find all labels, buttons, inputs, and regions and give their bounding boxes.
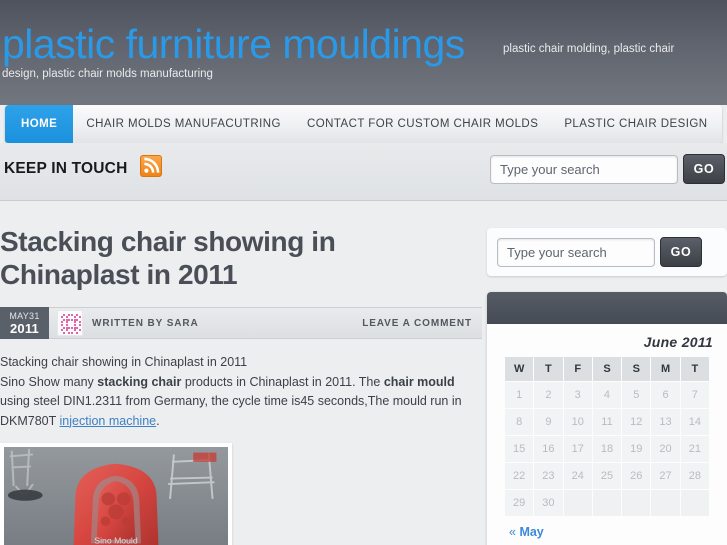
nav-item-home[interactable]: HOME bbox=[5, 105, 74, 143]
site-tagline-text-1: plastic chair molding, plastic chair bbox=[503, 43, 675, 55]
sidebar-search-panel: GO bbox=[487, 228, 727, 276]
injection-machine-link[interactable]: injection machine bbox=[60, 414, 157, 428]
calendar-day[interactable]: 11 bbox=[592, 409, 622, 435]
site-tagline-line-2: design, plastic chair molds manufacturin… bbox=[2, 68, 213, 80]
calendar-weekday-6: T bbox=[680, 357, 709, 381]
post-author-label: WRITTEN BY SARA bbox=[92, 317, 199, 329]
calendar-day[interactable]: 19 bbox=[622, 436, 651, 462]
calendar-week-row: 15 16 17 18 19 20 21 bbox=[505, 436, 709, 462]
calendar-prev-month-label: May bbox=[519, 525, 544, 539]
calendar-week-row: 29 30 bbox=[505, 490, 709, 516]
calendar-day[interactable]: 12 bbox=[622, 409, 651, 435]
calendar-day[interactable]: 24 bbox=[563, 463, 592, 489]
calendar-day[interactable]: 3 bbox=[563, 382, 592, 408]
nav-item-plastic-chair-design[interactable]: PLASTIC CHAIR DESIGN bbox=[551, 105, 720, 143]
red-chair-photo-image: Sino Mould bbox=[4, 447, 228, 545]
calendar-day[interactable]: 22 bbox=[505, 463, 534, 489]
rss-icon[interactable] bbox=[140, 155, 162, 177]
header-search: GO bbox=[490, 154, 725, 184]
calendar-day[interactable]: 18 bbox=[592, 436, 622, 462]
calendar-week-row: 22 23 24 25 26 27 28 bbox=[505, 463, 709, 489]
sidebar-search-go-button[interactable]: GO bbox=[660, 237, 702, 267]
post-body-paragraph: Sino Show many stacking chair products i… bbox=[0, 373, 474, 432]
calendar-day[interactable]: 28 bbox=[680, 463, 709, 489]
keep-in-touch-label: KEEP IN TOUCH bbox=[4, 160, 128, 177]
post-body-text-c: products in Chinaplast in 2011. The bbox=[181, 374, 384, 389]
header-search-input[interactable] bbox=[490, 154, 678, 184]
calendar-navigation: « May bbox=[487, 517, 727, 541]
nav-item-contact-for-custom-chair-molds[interactable]: CONTACT FOR CUSTOM CHAIR MOLDS bbox=[294, 105, 551, 143]
calendar-prev-month-link[interactable]: « May bbox=[509, 525, 544, 539]
author-avatar bbox=[57, 310, 83, 336]
calendar-day[interactable]: 25 bbox=[592, 463, 622, 489]
leave-a-comment-link[interactable]: LEAVE A COMMENT bbox=[362, 318, 472, 329]
calendar-day[interactable]: 6 bbox=[651, 382, 680, 408]
calendar-day[interactable]: 20 bbox=[651, 436, 680, 462]
nav-list: HOME CHAIR MOLDS MANUFACUTRING CONTACT F… bbox=[5, 105, 722, 143]
calendar-table: W T F S S M T 1 2 3 4 5 6 7 8 9 10 11 12… bbox=[504, 356, 710, 517]
calendar-day[interactable]: 2 bbox=[534, 382, 563, 408]
post-date-month: MAY31 bbox=[9, 310, 40, 321]
calendar-day[interactable]: 9 bbox=[534, 409, 563, 435]
calendar-widget-header bbox=[487, 292, 727, 324]
calendar-day[interactable]: 10 bbox=[563, 409, 592, 435]
calendar-day[interactable]: 17 bbox=[563, 436, 592, 462]
calendar-day[interactable]: 16 bbox=[534, 436, 563, 462]
nav-item-chair-molds-manufacturing[interactable]: CHAIR MOLDS MANUFACUTRING bbox=[73, 105, 294, 143]
calendar-weekday-0: W bbox=[505, 357, 534, 381]
calendar-weekday-row: W T F S S M T bbox=[505, 357, 709, 381]
post-date-year: 2011 bbox=[9, 320, 39, 336]
calendar-day-empty bbox=[592, 490, 622, 516]
post-photo[interactable]: Sino Mould bbox=[0, 443, 232, 545]
calendar-day[interactable]: 14 bbox=[680, 409, 709, 435]
post-body-line-1: Stacking chair showing in Chinaplast in … bbox=[0, 355, 248, 369]
post-date-badge: MAY31 2011 bbox=[0, 307, 49, 339]
calendar-caption: June 2011 bbox=[643, 334, 713, 350]
calendar-day[interactable]: 26 bbox=[622, 463, 651, 489]
header-search-go-button[interactable]: GO bbox=[683, 154, 725, 184]
post-body-text-f: . bbox=[156, 413, 160, 428]
calendar-day-empty bbox=[680, 490, 709, 516]
calendar-week-row: 8 9 10 11 12 13 14 bbox=[505, 409, 709, 435]
calendar-day[interactable]: 7 bbox=[680, 382, 709, 408]
chevron-left-icon: « bbox=[509, 525, 516, 539]
calendar-day[interactable]: 27 bbox=[651, 463, 680, 489]
post-body-bold-stacking-chair: stacking chair bbox=[97, 374, 182, 389]
calendar-day[interactable]: 30 bbox=[534, 490, 563, 516]
calendar-day-empty bbox=[651, 490, 680, 516]
calendar-day[interactable]: 15 bbox=[505, 436, 534, 462]
calendar-weekday-4: S bbox=[622, 357, 651, 381]
calendar-day[interactable]: 23 bbox=[534, 463, 563, 489]
calendar-day[interactable]: 1 bbox=[505, 382, 534, 408]
post-meta-bar: MAY31 2011 WRITTEN BY SARA LEAVE A COMME… bbox=[0, 307, 482, 339]
calendar-day-empty bbox=[622, 490, 651, 516]
site-header-banner: plastic furniture mouldings plastic chai… bbox=[0, 0, 727, 105]
main-content-column: Stacking chair showing in Chinaplast in … bbox=[0, 205, 482, 545]
calendar-day[interactable]: 4 bbox=[592, 382, 622, 408]
primary-navigation: HOME CHAIR MOLDS MANUFACUTRING CONTACT F… bbox=[5, 105, 722, 143]
site-tagline-line-1: plastic chair molding, plastic chair bbox=[0, 40, 727, 58]
calendar-widget: June 2011 W T F S S M T 1 2 3 4 5 6 7 8 … bbox=[487, 292, 727, 545]
sidebar: GO June 2011 W T F S S M T 1 2 bbox=[487, 205, 727, 545]
post-title: Stacking chair showing in Chinaplast in … bbox=[0, 226, 336, 290]
calendar-day[interactable]: 29 bbox=[505, 490, 534, 516]
calendar-day-empty bbox=[563, 490, 592, 516]
post-body-text-a: Sino Show many bbox=[0, 374, 98, 389]
calendar-weekday-2: F bbox=[563, 357, 592, 381]
calendar-weekday-1: T bbox=[534, 357, 563, 381]
calendar-weekday-5: M bbox=[651, 357, 680, 381]
post-body-bold-chair-mould: chair mould bbox=[383, 374, 455, 389]
calendar-weekday-3: S bbox=[592, 357, 622, 381]
sidebar-search-input[interactable] bbox=[497, 237, 655, 267]
calendar-day[interactable]: 13 bbox=[651, 409, 680, 435]
calendar-day[interactable]: 8 bbox=[505, 409, 534, 435]
calendar-day[interactable]: 21 bbox=[680, 436, 709, 462]
calendar-week-row: 1 2 3 4 5 6 7 bbox=[505, 382, 709, 408]
post-body: Stacking chair showing in Chinaplast in … bbox=[0, 339, 482, 431]
calendar-day[interactable]: 5 bbox=[622, 382, 651, 408]
